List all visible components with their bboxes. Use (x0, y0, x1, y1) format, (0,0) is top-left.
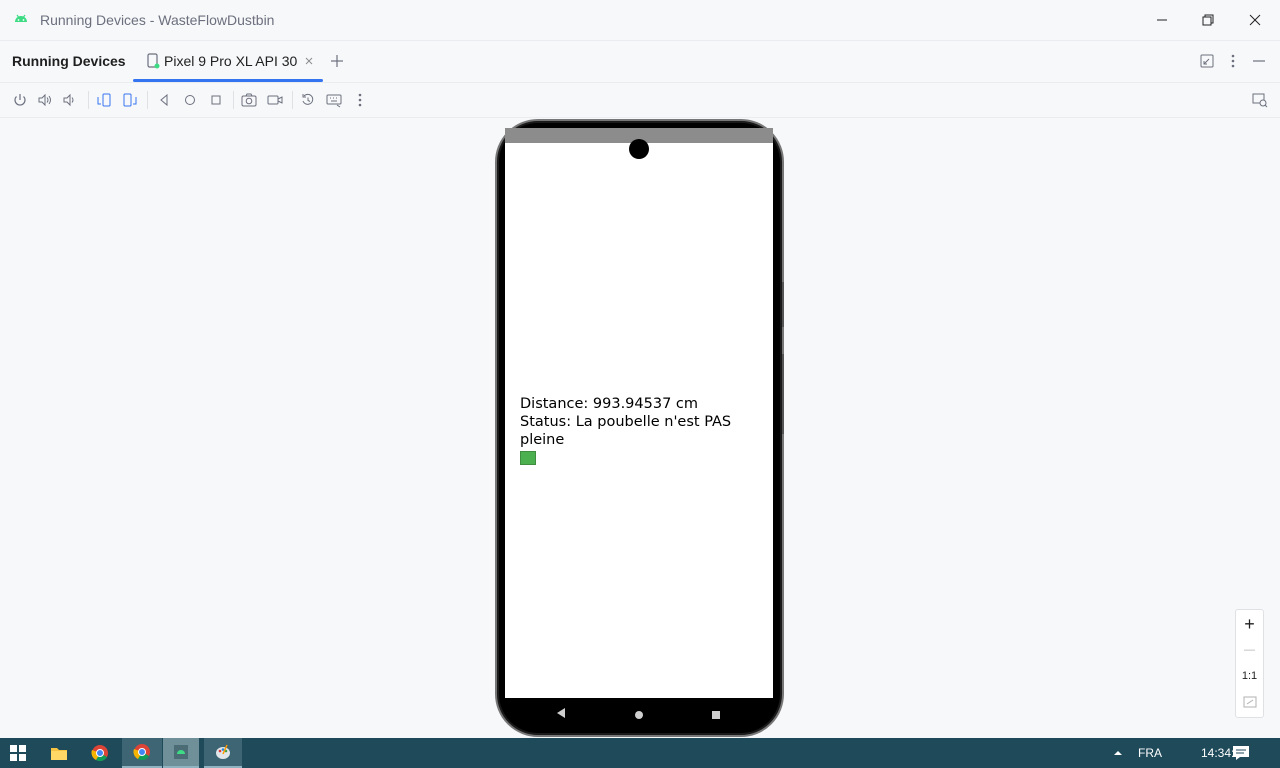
tray-language[interactable]: FRA (1138, 746, 1162, 760)
notification-icon[interactable] (1232, 745, 1250, 766)
overview-icon[interactable] (207, 91, 225, 109)
screenshot-icon[interactable] (240, 91, 258, 109)
close-button[interactable] (1232, 6, 1278, 34)
chrome-icon (91, 745, 108, 762)
screen-record-icon[interactable] (266, 91, 284, 109)
rotate-right-icon[interactable] (121, 91, 139, 109)
actual-size-button[interactable]: 1:1 (1236, 663, 1263, 689)
toolbar-separator (88, 91, 89, 109)
camera-cutout (629, 139, 649, 159)
home-icon[interactable] (181, 91, 199, 109)
minimize-icon (1157, 19, 1167, 21)
zoom-in-button[interactable]: + (1236, 611, 1263, 637)
app-content: Distance: 993.94537 cm Status: La poubel… (520, 395, 770, 470)
window-title: Running Devices - WasteFlowDustbin (40, 12, 275, 28)
chrome-button[interactable] (80, 738, 120, 768)
toolbar-separator (292, 91, 293, 109)
add-tab-icon[interactable] (328, 52, 346, 70)
windows-icon (10, 745, 26, 761)
toolbar-separator (147, 91, 148, 109)
start-button[interactable] (0, 738, 36, 768)
android-overview-icon[interactable] (711, 707, 721, 725)
volume-down-icon[interactable] (61, 91, 79, 109)
back-icon[interactable] (155, 91, 173, 109)
status-text: Status: La poubelle n'est PAS pleine (520, 414, 732, 448)
status-indicator-icon (520, 451, 536, 465)
paint-icon (216, 744, 230, 759)
tray-chevron-icon[interactable] (1112, 746, 1124, 764)
tab-close-icon[interactable] (302, 54, 316, 68)
chrome-window-button[interactable] (122, 738, 162, 768)
folder-icon (51, 748, 67, 760)
android-home-icon[interactable] (634, 707, 644, 725)
options-icon[interactable] (1224, 52, 1242, 70)
keyboard-icon[interactable] (325, 91, 343, 109)
fit-screen-icon[interactable] (1236, 689, 1263, 715)
restore-button[interactable] (1185, 6, 1231, 34)
power-icon[interactable] (11, 91, 29, 109)
device-explorer-icon[interactable] (1251, 91, 1269, 109)
android-studio-icon (174, 745, 188, 759)
tab-label: Pixel 9 Pro XL API 30 (164, 53, 298, 69)
android-icon (12, 10, 30, 28)
android-back-icon[interactable] (555, 706, 567, 724)
hide-icon[interactable] (1250, 52, 1268, 70)
rotate-left-icon[interactable] (95, 91, 113, 109)
android-studio-button[interactable] (163, 738, 199, 768)
collapse-icon[interactable] (1198, 52, 1216, 70)
volume-up-icon[interactable] (36, 91, 54, 109)
reset-icon[interactable] (299, 91, 317, 109)
zoom-controls: + — 1:1 (1235, 609, 1264, 718)
restore-icon (1202, 14, 1214, 26)
distance-text: Distance: 993.94537 cm (520, 396, 699, 412)
device-icon (146, 53, 160, 69)
more-icon[interactable] (351, 91, 369, 109)
chrome-icon (133, 744, 150, 761)
paint-button[interactable] (204, 738, 242, 768)
zoom-out-button[interactable]: — (1236, 637, 1263, 663)
close-icon (1249, 14, 1261, 26)
minimize-button[interactable] (1139, 6, 1185, 34)
file-explorer-button[interactable] (40, 738, 78, 768)
toolwindow-title: Running Devices (12, 53, 126, 69)
toolbar-separator (233, 91, 234, 109)
